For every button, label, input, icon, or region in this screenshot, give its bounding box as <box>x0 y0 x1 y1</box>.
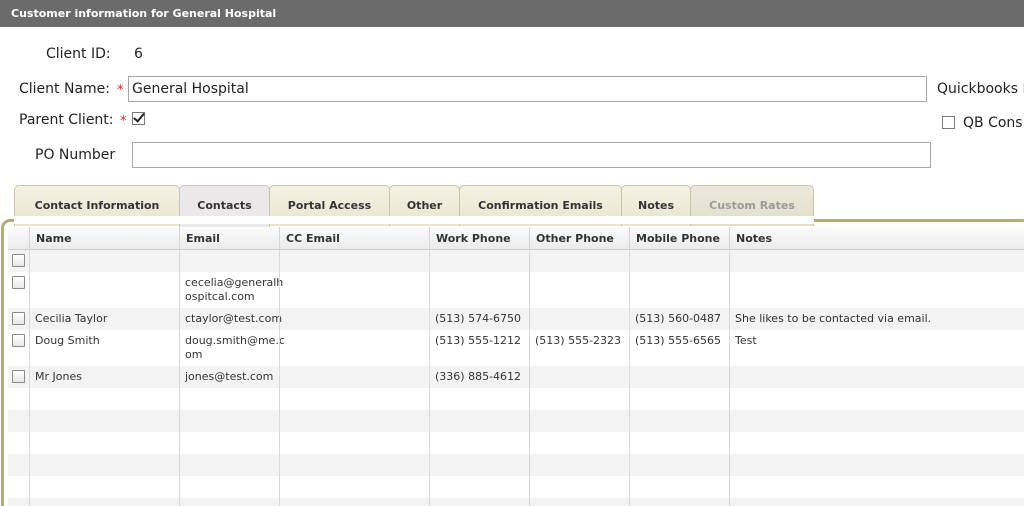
column-divider <box>29 250 30 506</box>
column-header-name[interactable]: Name <box>29 227 180 250</box>
table-row[interactable]: Mr Jones jones@test.com (336) 885-4612 <box>8 366 1024 388</box>
po-number-label: PO Number <box>35 147 116 163</box>
empty-row <box>8 388 1024 410</box>
cell-work-phone: (336) 885-4612 <box>435 370 522 383</box>
client-name-input[interactable]: General Hospital <box>128 76 927 102</box>
window-title: Customer information for General Hospita… <box>0 0 1024 27</box>
column-divider <box>429 250 430 506</box>
cell-mobile-phone: (513) 555-6565 <box>635 334 722 347</box>
required-marker: * <box>117 83 124 98</box>
client-id-value: 6 <box>134 46 143 62</box>
table-row[interactable] <box>8 250 1024 272</box>
parent-client-label: Parent Client: <box>19 112 114 128</box>
empty-row <box>8 432 1024 454</box>
column-header-notes[interactable]: Notes <box>729 227 1024 250</box>
client-name-label: Client Name: <box>19 81 110 97</box>
empty-row <box>8 498 1024 506</box>
tab-strip-joiner <box>14 216 814 224</box>
row-select-checkbox[interactable] <box>12 312 25 325</box>
empty-row <box>8 454 1024 476</box>
table-row[interactable]: cecelia@generalh ospitcal.com <box>8 272 1024 308</box>
qb-cons-checkbox[interactable] <box>942 116 955 129</box>
table-row[interactable]: Cecilia Taylor ctaylor@test.com (513) 57… <box>8 308 1024 330</box>
column-header-other-phone[interactable]: Other Phone <box>529 227 630 250</box>
cell-mobile-phone: (513) 560-0487 <box>635 312 722 325</box>
row-select-checkbox[interactable] <box>12 254 25 267</box>
cell-work-phone: (513) 555-1212 <box>435 334 522 347</box>
cell-name: Doug Smith <box>35 334 100 347</box>
cell-name: Cecilia Taylor <box>35 312 108 325</box>
cell-email: cecelia@generalh ospitcal.com <box>185 276 284 303</box>
cell-name: Mr Jones <box>35 370 82 383</box>
empty-row <box>8 410 1024 432</box>
cell-notes: She likes to be contacted via email. <box>735 312 932 325</box>
column-header-email[interactable]: Email <box>179 227 280 250</box>
column-header-work-phone[interactable]: Work Phone <box>429 227 530 250</box>
table-header: Name Email CC Email Work Phone Other Pho… <box>8 227 1024 250</box>
quickbooks-label: Quickbooks N <box>937 81 1024 97</box>
cell-notes: Test <box>735 334 757 347</box>
column-divider <box>729 250 730 506</box>
column-divider <box>279 250 280 506</box>
column-header-cc-email[interactable]: CC Email <box>279 227 430 250</box>
cell-email: doug.smith@me.c om <box>185 334 285 361</box>
column-divider <box>629 250 630 506</box>
cell-work-phone: (513) 574-6750 <box>435 312 522 325</box>
row-select-checkbox[interactable] <box>12 370 25 383</box>
po-number-input[interactable] <box>132 142 931 168</box>
row-select-checkbox[interactable] <box>12 276 25 289</box>
contacts-table: Name Email CC Email Work Phone Other Pho… <box>8 227 1024 506</box>
required-marker: * <box>120 114 127 129</box>
cell-other-phone: (513) 555-2323 <box>535 334 622 347</box>
column-divider <box>529 250 530 506</box>
row-select-checkbox[interactable] <box>12 334 25 347</box>
column-divider <box>179 250 180 506</box>
qb-cons-label: QB Cons <box>963 115 1023 131</box>
parent-client-checkbox[interactable] <box>132 112 145 125</box>
column-header-mobile-phone[interactable]: Mobile Phone <box>629 227 730 250</box>
cell-email: ctaylor@test.com <box>185 312 283 325</box>
empty-row <box>8 476 1024 498</box>
cell-email: jones@test.com <box>185 370 274 383</box>
table-row[interactable]: Doug Smith doug.smith@me.c om (513) 555-… <box>8 330 1024 366</box>
client-id-label: Client ID: <box>46 46 111 62</box>
